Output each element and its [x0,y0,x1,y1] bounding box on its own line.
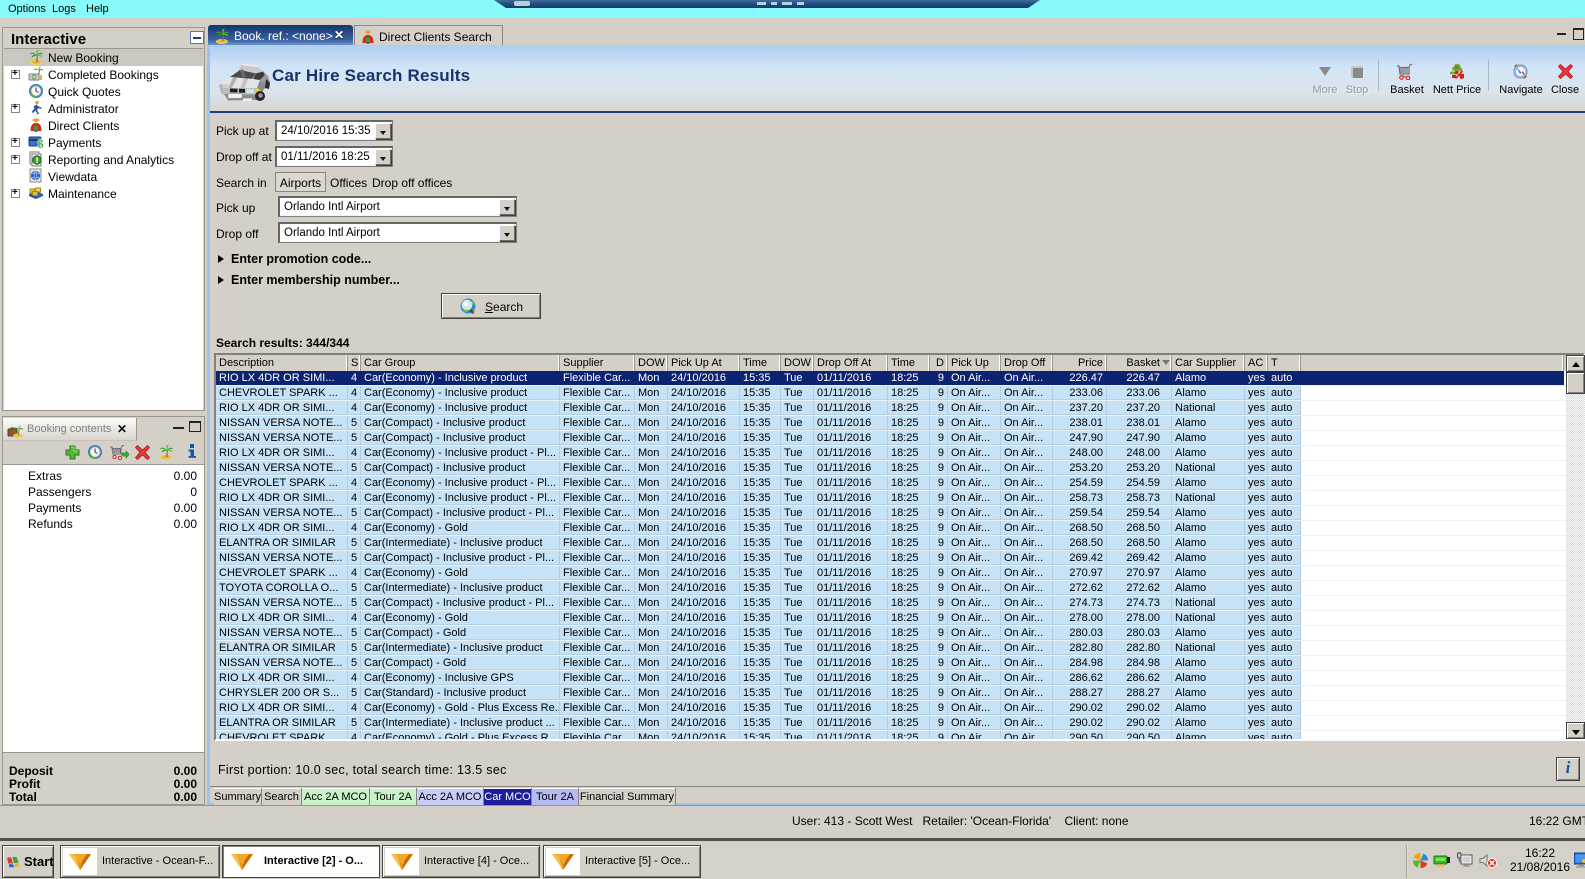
svg-text:$: $ [37,137,44,150]
